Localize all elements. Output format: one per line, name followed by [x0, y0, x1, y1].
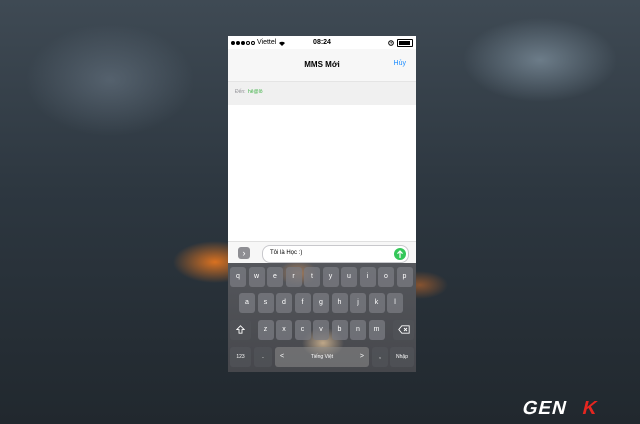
key-h[interactable]: h: [331, 293, 348, 313]
status-bar: Viettel 08:24: [228, 36, 416, 49]
key-t[interactable]: t: [304, 267, 320, 287]
message-field[interactable]: Tôi là Học :): [262, 245, 409, 263]
status-right: [388, 39, 413, 47]
cancel-button[interactable]: Hủy: [394, 60, 406, 67]
keyboard: q w e r t y u i o p a s d f g h j k l z …: [228, 263, 416, 372]
key-s[interactable]: s: [257, 293, 274, 313]
numbers-key[interactable]: 123: [230, 347, 251, 367]
recipient-field[interactable]: Đến: hê@lô: [228, 81, 416, 106]
chevron-right-icon[interactable]: ›: [238, 247, 250, 259]
genk-logo: GEN K: [520, 398, 599, 418]
key-o[interactable]: o: [378, 267, 394, 287]
message-input-bar: › Tôi là Học :): [228, 241, 416, 264]
shift-icon: [236, 325, 245, 334]
key-a[interactable]: a: [239, 293, 255, 313]
dot-key[interactable]: .: [254, 347, 272, 367]
space-key-label: Tiếng Việt: [310, 354, 334, 360]
return-key[interactable]: Nhập: [390, 347, 414, 367]
key-q[interactable]: q: [230, 267, 246, 287]
phone-screen: Viettel 08:24 MMS Mới Hủy Đến: hê@lô › T…: [228, 36, 416, 372]
svg-text:K: K: [580, 398, 599, 418]
battery-icon: [397, 39, 413, 47]
next-language-icon: >: [359, 353, 364, 360]
recipient-value[interactable]: hê@lô: [248, 89, 263, 95]
space-key[interactable]: < Tiếng Việt >: [275, 347, 369, 367]
key-l[interactable]: l: [387, 293, 403, 313]
key-m[interactable]: m: [368, 320, 385, 340]
backspace-key[interactable]: [393, 320, 414, 340]
key-n[interactable]: n: [350, 320, 366, 340]
key-g[interactable]: g: [313, 293, 329, 313]
key-i[interactable]: i: [359, 267, 376, 287]
message-text: Tôi là Học :): [270, 250, 303, 256]
alarm-icon: [388, 40, 394, 46]
key-e[interactable]: e: [267, 267, 283, 287]
key-x[interactable]: x: [276, 320, 292, 340]
key-p[interactable]: p: [396, 267, 413, 287]
key-c[interactable]: c: [294, 320, 311, 340]
comma-key[interactable]: ,: [372, 347, 388, 367]
key-d[interactable]: d: [276, 293, 292, 313]
recipient-label: Đến:: [235, 89, 246, 95]
key-r[interactable]: r: [285, 267, 302, 287]
prev-language-icon: <: [280, 353, 285, 360]
key-y[interactable]: y: [322, 267, 339, 287]
page-title: MMS Mới: [304, 60, 340, 69]
key-v[interactable]: v: [313, 320, 329, 340]
key-k[interactable]: k: [368, 293, 385, 313]
shift-key[interactable]: [230, 320, 251, 340]
send-button[interactable]: [394, 248, 406, 260]
key-j[interactable]: j: [350, 293, 366, 313]
nav-bar: MMS Mới Hủy: [228, 49, 416, 81]
key-z[interactable]: z: [257, 320, 274, 340]
backspace-icon: [397, 325, 410, 334]
key-u[interactable]: u: [341, 267, 357, 287]
key-w[interactable]: w: [248, 267, 265, 287]
key-f[interactable]: f: [294, 293, 311, 313]
arrow-up-icon: [397, 250, 403, 258]
conversation-area: [228, 105, 416, 241]
svg-text:GEN: GEN: [520, 398, 569, 418]
key-b[interactable]: b: [331, 320, 348, 340]
